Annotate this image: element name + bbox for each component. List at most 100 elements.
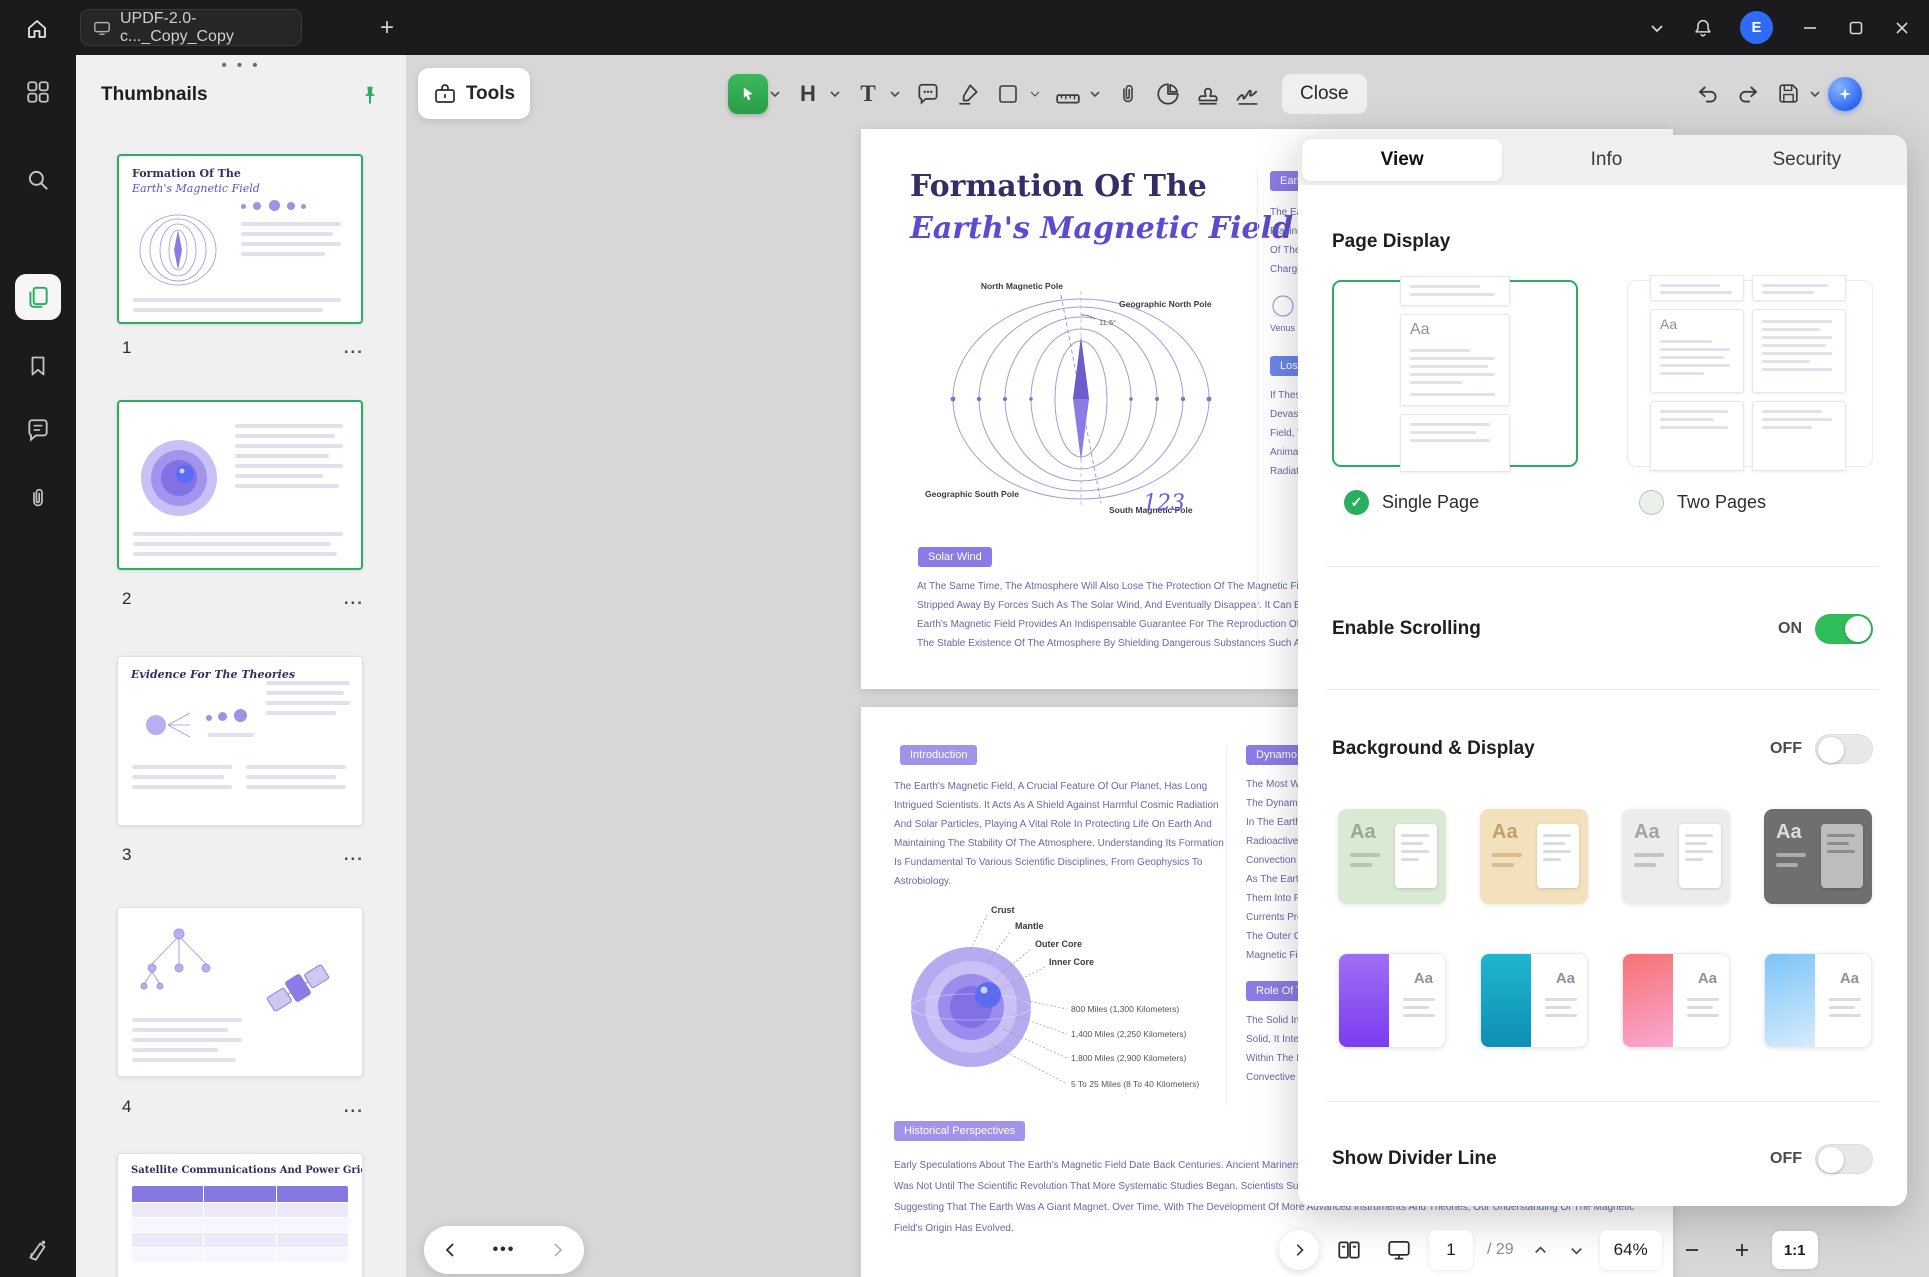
home-button[interactable] [20, 12, 54, 46]
tab-view[interactable]: View [1302, 139, 1502, 181]
theme-dark[interactable]: Aa [1764, 809, 1872, 904]
panel-drag-handle[interactable]: • • • [76, 57, 406, 74]
save-button[interactable] [1768, 74, 1808, 114]
previous-page-button[interactable] [1528, 1230, 1554, 1270]
ruler-icon [1055, 81, 1081, 107]
bookmarks-button[interactable] [23, 351, 53, 381]
page-layout-button[interactable] [1329, 1230, 1369, 1270]
user-avatar[interactable]: E [1740, 11, 1773, 44]
thumb1-more-button[interactable]: ... [344, 338, 364, 358]
save-dropdown[interactable] [1808, 74, 1822, 114]
highlighter-tool-button[interactable] [948, 74, 988, 114]
comments-button[interactable] [23, 415, 53, 445]
titlebar-dropdown-button[interactable] [1634, 0, 1680, 55]
nav-back-button[interactable] [431, 1230, 471, 1270]
divider-state-label: OFF [1770, 1150, 1802, 1168]
thumb3-diagram [134, 697, 194, 753]
attachments-button[interactable] [23, 483, 53, 513]
measure-tool-dropdown[interactable] [1088, 74, 1102, 114]
background-display-toggle[interactable] [1815, 734, 1873, 764]
theme-light-gray[interactable]: Aa [1622, 809, 1730, 904]
redo-button[interactable] [1728, 74, 1768, 114]
select-tool-button[interactable] [728, 74, 768, 114]
paperclip-icon [1116, 82, 1140, 106]
paperclip-icon [26, 486, 50, 510]
nav-more-button[interactable]: ••• [484, 1230, 524, 1270]
page-number-input[interactable]: 1 [1429, 1230, 1473, 1270]
minimize-button[interactable] [1787, 0, 1833, 55]
signature-tool-button[interactable] [1228, 74, 1268, 114]
square-icon [996, 82, 1020, 106]
notification-bell-button[interactable] [1680, 0, 1726, 55]
svg-text:11.5°: 11.5° [1099, 318, 1116, 327]
ai-assistant-button[interactable] [1828, 77, 1862, 111]
svg-text:Geographic South Pole: Geographic South Pole [925, 489, 1019, 499]
svg-text:Crust: Crust [991, 905, 1015, 915]
document-tab[interactable]: UPDF-2.0-c..._Copy_Copy [80, 9, 302, 46]
theme-green[interactable]: Aa [1338, 809, 1446, 904]
thumb4-number: 4 [122, 1097, 131, 1117]
text-tool-dropdown[interactable] [888, 74, 902, 114]
close-window-button[interactable] [1879, 0, 1925, 55]
sticker-tool-button[interactable] [1148, 74, 1188, 114]
stamp-tool-button[interactable] [1188, 74, 1228, 114]
page-thumbnail-5[interactable]: Satellite Communications And Power Grids [117, 1153, 363, 1277]
thumb5-table [132, 1186, 348, 1262]
thumb4-more-button[interactable]: ... [344, 1097, 364, 1117]
two-pages-option[interactable]: Two Pages [1639, 487, 1766, 517]
radio-unchecked-icon [1639, 490, 1664, 515]
heading-tool-dropdown[interactable] [828, 74, 842, 114]
select-tool-dropdown[interactable] [768, 74, 782, 114]
tab-security[interactable]: Security [1707, 135, 1907, 185]
cursor-icon [738, 84, 758, 104]
shapes-tool-dropdown[interactable] [1028, 74, 1042, 114]
tab-title: UPDF-2.0-c..._Copy_Copy [120, 10, 289, 46]
tab-info[interactable]: Info [1506, 135, 1706, 185]
page-thumbnail-4[interactable] [117, 907, 363, 1077]
new-tab-button[interactable]: + [372, 13, 402, 43]
single-page-option[interactable]: ✓ Single Page [1344, 487, 1479, 517]
text-tool-button[interactable]: T [848, 74, 888, 114]
actual-size-button[interactable]: 1:1 [1772, 1231, 1818, 1269]
thumb3-number: 3 [122, 845, 131, 865]
theme-pink-cover[interactable]: Aa [1622, 953, 1730, 1048]
historical-badge: Historical Perspectives [894, 1121, 1025, 1141]
close-toolbar-button[interactable]: Close [1282, 74, 1367, 114]
next-page-button[interactable] [1564, 1230, 1590, 1270]
zoom-in-button[interactable] [1722, 1230, 1762, 1270]
enable-scrolling-toggle[interactable] [1815, 614, 1873, 644]
page-thumbnail-3[interactable]: Evidence For The Theories [117, 656, 363, 826]
expand-panel-button[interactable] [1279, 1230, 1319, 1270]
theme-purple-cover[interactable]: Aa [1338, 953, 1446, 1048]
theme-teal-cover[interactable]: Aa [1480, 953, 1588, 1048]
thumb2-more-button[interactable]: ... [344, 589, 364, 609]
thumb3-more-button[interactable]: ... [344, 845, 364, 865]
presentation-button[interactable] [1379, 1230, 1419, 1270]
single-page-preview-card[interactable]: Aa [1332, 280, 1578, 467]
maximize-button[interactable] [1833, 0, 1879, 55]
show-divider-toggle[interactable] [1815, 1144, 1873, 1174]
apps-grid-button[interactable] [23, 77, 53, 107]
attach-tool-button[interactable] [1108, 74, 1148, 114]
measure-tool-button[interactable] [1048, 74, 1088, 114]
pin-panel-button[interactable] [359, 84, 381, 106]
shapes-tool-button[interactable] [988, 74, 1028, 114]
comment-tool-button[interactable] [908, 74, 948, 114]
zoom-level-control[interactable]: 64% [1600, 1230, 1662, 1270]
search-button[interactable] [23, 165, 53, 195]
home-icon [25, 17, 49, 41]
page-thumbnail-2[interactable] [117, 400, 363, 570]
zoom-out-button[interactable] [1672, 1230, 1712, 1270]
nav-forward-button[interactable] [537, 1230, 577, 1270]
theme-sepia[interactable]: Aa [1480, 809, 1588, 904]
page-thumbnail-1[interactable]: Formation Of The Earth's Magnetic Field [117, 154, 363, 324]
svg-text:Outer Core: Outer Core [1035, 939, 1082, 949]
two-pages-preview-card[interactable]: Aa [1627, 280, 1873, 467]
undo-button[interactable] [1688, 74, 1728, 114]
ink-pen-button[interactable] [23, 1235, 53, 1265]
heading-tool-button[interactable]: H [788, 74, 828, 114]
thumbnails-panel-button[interactable] [15, 274, 61, 320]
theme-blue-cover[interactable]: Aa [1764, 953, 1872, 1048]
bookmark-icon [26, 354, 50, 378]
tools-button[interactable]: Tools [418, 68, 530, 119]
